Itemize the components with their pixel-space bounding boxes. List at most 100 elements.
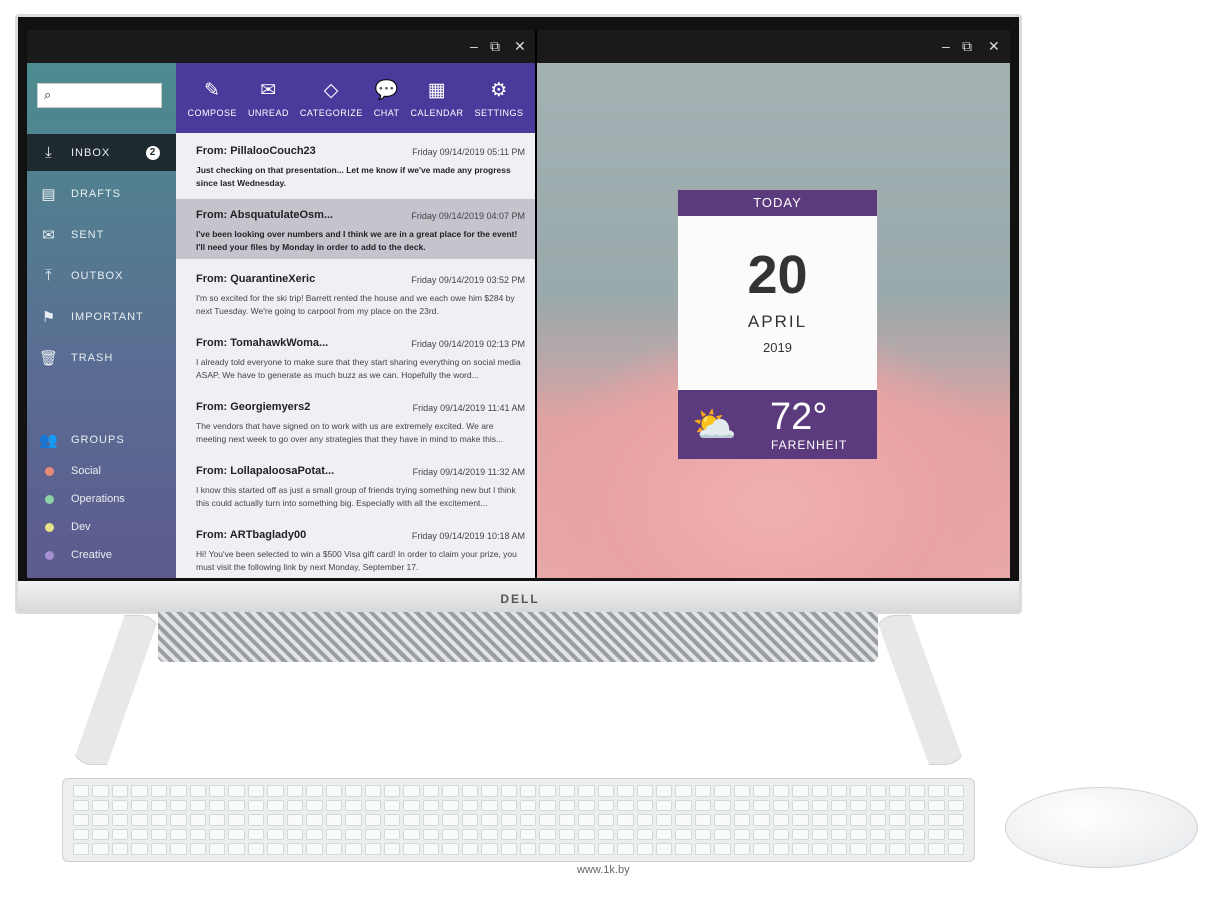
calendar-widget: TODAY 20 APRIL 2019 ⛅ 72° FARENHEIT (678, 190, 877, 459)
key (850, 814, 867, 826)
temperature: 72° (770, 396, 828, 438)
compose-button[interactable]: ✎ COMPOSE (187, 63, 237, 133)
key (383, 828, 401, 841)
email-item[interactable]: From: TomahawkWoma... Friday 09/14/2019 0… (176, 327, 535, 387)
key (519, 785, 537, 797)
restore-button[interactable]: ⧉ (962, 38, 972, 55)
email-preview: I know this started off as just a small … (196, 485, 516, 508)
key (617, 814, 634, 826)
key (519, 799, 537, 812)
calendar-button[interactable]: ▦ CALENDAR (411, 63, 464, 133)
outbox-icon: ⤒ (45, 267, 53, 284)
key (267, 843, 284, 855)
search-input[interactable]: ⌕ (37, 83, 162, 108)
key (209, 814, 226, 826)
key (383, 814, 401, 826)
key (792, 814, 809, 826)
key (947, 828, 964, 841)
group-label: Creative (71, 549, 112, 561)
group-dev[interactable]: Dev (27, 517, 176, 537)
key (656, 828, 673, 841)
key (150, 799, 168, 812)
key (345, 814, 362, 826)
email-date: Friday 09/14/2019 04:07 PM (411, 211, 525, 221)
group-label: Operations (71, 493, 125, 505)
key (811, 843, 828, 855)
key (306, 814, 323, 826)
trash-icon: 🗑 (38, 349, 60, 367)
categorize-button[interactable]: ◇ CATEGORIZE (300, 63, 363, 133)
key (170, 828, 187, 841)
key (811, 799, 828, 812)
group-operations[interactable]: Operations (27, 489, 176, 509)
key (267, 828, 284, 841)
key (267, 814, 284, 826)
close-button[interactable]: ✕ (988, 38, 1000, 55)
nav-label: INBOX (71, 146, 111, 159)
email-preview: I've been looking over numbers and I thi… (196, 229, 518, 252)
sidebar-item-sent[interactable]: ✉ SENT (27, 216, 176, 253)
key (286, 785, 304, 797)
restore-button[interactable]: ⧉ (490, 38, 500, 55)
sidebar-item-trash[interactable]: 🗑 TRASH (27, 339, 176, 376)
sidebar-item-drafts[interactable]: ▤ DRAFTS (27, 175, 176, 212)
key (92, 799, 109, 812)
minimize-button[interactable]: – (470, 38, 478, 54)
key (597, 843, 615, 855)
key (617, 785, 634, 797)
sidebar-item-important[interactable]: ⚑ IMPORTANT (27, 298, 176, 335)
email-item[interactable]: From: Georgiemyers2 Friday 09/14/2019 11:… (176, 391, 535, 451)
key (947, 799, 964, 812)
key (345, 828, 362, 841)
toolbar-label: CALENDAR (410, 107, 464, 118)
group-creative[interactable]: Creative (27, 545, 176, 565)
email-item[interactable]: From: LollapaloosaPotat... Friday 09/14/2… (176, 455, 535, 515)
email-preview: I already told everyone to make sure tha… (196, 357, 521, 380)
key (325, 828, 343, 841)
key (928, 843, 945, 855)
key (247, 814, 265, 826)
nav-label: DRAFTS (71, 187, 121, 200)
key (558, 799, 576, 812)
minimize-button[interactable]: – (942, 38, 950, 54)
chat-button[interactable]: 💬 CHAT (374, 63, 400, 133)
key (539, 843, 556, 855)
key (908, 828, 926, 841)
key (792, 785, 809, 797)
nav-label: SENT (71, 228, 105, 241)
key (539, 785, 556, 797)
key (403, 814, 420, 826)
key (617, 843, 634, 855)
key (170, 843, 187, 855)
key (111, 799, 129, 812)
key (461, 843, 479, 855)
key (267, 799, 284, 812)
settings-button[interactable]: ⚙ SETTINGS (474, 63, 523, 133)
email-item[interactable]: From: QuarantineXeric Friday 09/14/2019 0… (176, 263, 535, 323)
sidebar-item-outbox[interactable]: ⤒ OUTBOX (27, 257, 176, 294)
nav-label: TRASH (71, 351, 114, 364)
key (811, 785, 828, 797)
key (908, 814, 926, 826)
key (636, 828, 654, 841)
mail-toolbar: ✎ COMPOSE ✉ UNREAD ◇ CATEGORIZE 💬 CHAT ▦ CALE… (176, 63, 535, 133)
key (267, 785, 284, 797)
key (714, 785, 731, 797)
key (850, 785, 867, 797)
key (733, 799, 751, 812)
group-social[interactable]: Social (27, 461, 176, 481)
group-label: Dev (71, 521, 91, 533)
email-item[interactable]: From: ARTbaglady00 Friday 09/14/2019 10:1… (176, 519, 535, 578)
key (422, 785, 440, 797)
close-button[interactable]: ✕ (514, 38, 526, 55)
key (539, 799, 556, 812)
key (500, 814, 517, 826)
key (850, 799, 867, 812)
sidebar-item-inbox[interactable]: ⤓ INBOX 2 (27, 134, 176, 171)
key (792, 843, 809, 855)
key (830, 814, 848, 826)
email-item[interactable]: From: PillalooCouch23 Friday 09/14/2019 0… (176, 135, 535, 195)
unread-button[interactable]: ✉ UNREAD (248, 63, 289, 133)
today-header: TODAY (678, 190, 877, 216)
email-item[interactable]: From: AbsquatulateOsm... Friday 09/14/201… (176, 199, 535, 259)
